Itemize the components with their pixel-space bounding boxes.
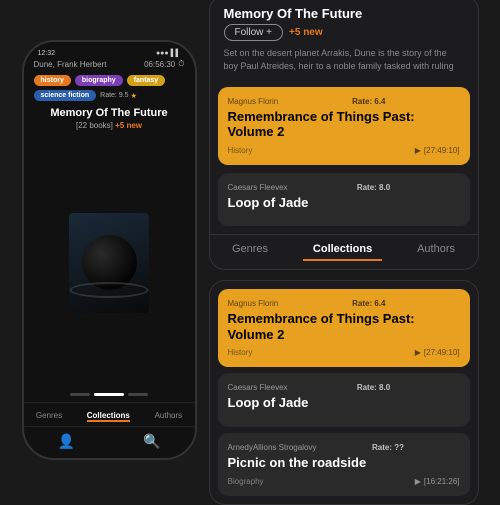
bottom-book-2-rate: Rate: 8.0 xyxy=(357,383,390,392)
bottom-book-1-header: Magnus Florin Rate: 6.4 xyxy=(228,299,460,311)
book-card-2[interactable]: Caesars Fleevex Rate: 8.0 Loop of Jade xyxy=(218,173,470,227)
card-tab-authors[interactable]: Authors xyxy=(407,243,465,261)
book-card-2-title: Loop of Jade xyxy=(228,195,460,211)
book-card-1-footer: History ▶ [27:49:10] xyxy=(228,146,460,155)
book-subtitle: [22 books] +5 new xyxy=(34,121,185,130)
phone-tabs: Genres Collections Authors xyxy=(24,402,195,426)
play-icon-b3: ▶ xyxy=(415,477,421,486)
card-tabs: Genres Collections Authors xyxy=(210,234,478,269)
bottom-book-1-author: Magnus Florin xyxy=(228,299,279,308)
card-tab-collections[interactable]: Collections xyxy=(303,243,382,261)
bottom-book-1-genre: History xyxy=(228,348,253,357)
new-tag: +5 new xyxy=(289,27,323,38)
book-cover-area xyxy=(34,138,185,387)
book-card-1-header: Magnus Florin Rate: 6.4 xyxy=(228,97,460,109)
bottom-book-1-duration: ▶ [27:49:10] xyxy=(415,348,460,357)
expanded-card: Memory Of The Future Follow + +5 new Set… xyxy=(209,0,479,270)
right-panel: Memory Of The Future Follow + +5 new Set… xyxy=(209,0,479,505)
rate-display: Rate: 9.5 ★ xyxy=(100,90,137,101)
status-signal: ●●● ▌▌ xyxy=(156,50,181,57)
progress-dots xyxy=(34,387,185,402)
bottom-card-inner: Magnus Florin Rate: 6.4 Remembrance of T… xyxy=(210,281,478,503)
play-icon-b1: ▶ xyxy=(415,348,421,357)
book-card-2-author: Caesars Fleevex xyxy=(228,183,288,192)
bottom-card: Magnus Florin Rate: 6.4 Remembrance of T… xyxy=(209,280,479,504)
bottom-book-1-rate: Rate: 6.4 xyxy=(352,299,385,308)
book-title: Memory Of The Future xyxy=(34,107,185,119)
dot-2-active xyxy=(94,393,124,396)
bottom-book-3-header: ArnedyAllions Strogalovy Rate: ?? xyxy=(228,443,460,455)
book-card-1-rate: Rate: 6.4 xyxy=(352,97,385,106)
book-card-2-header: Caesars Fleevex Rate: 8.0 xyxy=(228,183,460,195)
expanded-description: Set on the desert planet Arrakis, Dune i… xyxy=(224,47,464,72)
expanded-title: Memory Of The Future xyxy=(224,6,464,21)
bottom-book-3-title: Picnic on the roadside xyxy=(228,455,460,471)
status-time: 12:32 xyxy=(38,50,56,57)
search-icon[interactable]: 🔍 xyxy=(143,433,160,450)
phone-tab-authors[interactable]: Authors xyxy=(155,409,183,422)
dot-1 xyxy=(70,393,90,396)
expanded-subtitle: Follow + +5 new xyxy=(224,24,464,41)
new-badge: +5 new xyxy=(115,121,142,130)
tags-row: history biography fantasy science fictio… xyxy=(34,75,185,101)
bottom-book-2-author: Caesars Fleevex xyxy=(228,383,288,392)
follow-button[interactable]: Follow + xyxy=(224,24,284,41)
tag-scifi[interactable]: science fiction xyxy=(34,90,97,101)
book-card-2-rate: Rate: 8.0 xyxy=(357,183,390,192)
book-cover xyxy=(69,213,149,313)
expanded-card-header: Memory Of The Future Follow + +5 new Set… xyxy=(210,0,478,87)
bottom-book-2-title: Loop of Jade xyxy=(228,395,460,411)
bottom-book-3-rate: Rate: ?? xyxy=(372,443,404,452)
bottom-book-3-footer: Biography ▶ [16:21:26] xyxy=(228,477,460,486)
bottom-book-3[interactable]: ArnedyAllions Strogalovy Rate: ?? Picnic… xyxy=(218,433,470,496)
phone-bottom-nav: 👤 🔍 xyxy=(24,426,195,458)
book-card-1-genre: History xyxy=(228,146,253,155)
bottom-book-3-duration: ▶ [16:21:26] xyxy=(415,477,460,486)
card-tab-genres[interactable]: Genres xyxy=(222,243,278,261)
tag-history[interactable]: history xyxy=(34,75,71,86)
book-card-1-title: Remembrance of Things Past: Volume 2 xyxy=(228,109,460,140)
book-card-1-duration: ▶ [27:49:10] xyxy=(415,146,460,155)
tag-fantasy[interactable]: fantasy xyxy=(127,75,166,86)
bottom-book-3-genre: Biography xyxy=(228,477,264,486)
dot-3 xyxy=(128,393,148,396)
phone-content: Dune, Frank Herbert 06:56:30 ⏱ history b… xyxy=(24,59,195,402)
phone-header: Dune, Frank Herbert 06:56:30 ⏱ xyxy=(34,59,185,69)
timer-icon: ⏱ xyxy=(178,59,184,69)
phone-tab-collections[interactable]: Collections xyxy=(87,409,130,422)
phone-mockup: 12:32 ●●● ▌▌ Dune, Frank Herbert 06:56:3… xyxy=(22,40,197,460)
book-card-1-author: Magnus Florin xyxy=(228,97,279,106)
phone-notch xyxy=(79,42,139,56)
bottom-book-3-author: ArnedyAllions Strogalovy xyxy=(228,443,317,452)
tag-biography[interactable]: biography xyxy=(75,75,123,86)
phone-header-time: 06:56:30 ⏱ xyxy=(144,59,184,69)
star-icon: ★ xyxy=(131,92,137,100)
profile-icon[interactable]: 👤 xyxy=(58,433,75,450)
bottom-book-2-header: Caesars Fleevex Rate: 8.0 xyxy=(228,383,460,395)
planet-graphic xyxy=(82,235,137,290)
phone-header-title: Dune, Frank Herbert xyxy=(34,60,107,69)
phone-tab-genres[interactable]: Genres xyxy=(36,409,62,422)
bottom-book-1-title: Remembrance of Things Past: Volume 2 xyxy=(228,311,460,342)
bottom-book-2[interactable]: Caesars Fleevex Rate: 8.0 Loop of Jade xyxy=(218,373,470,427)
play-icon-1: ▶ xyxy=(415,146,421,155)
bottom-book-1-footer: History ▶ [27:49:10] xyxy=(228,348,460,357)
book-card-1[interactable]: Magnus Florin Rate: 6.4 Remembrance of T… xyxy=(218,87,470,165)
bottom-book-1[interactable]: Magnus Florin Rate: 6.4 Remembrance of T… xyxy=(218,289,470,367)
